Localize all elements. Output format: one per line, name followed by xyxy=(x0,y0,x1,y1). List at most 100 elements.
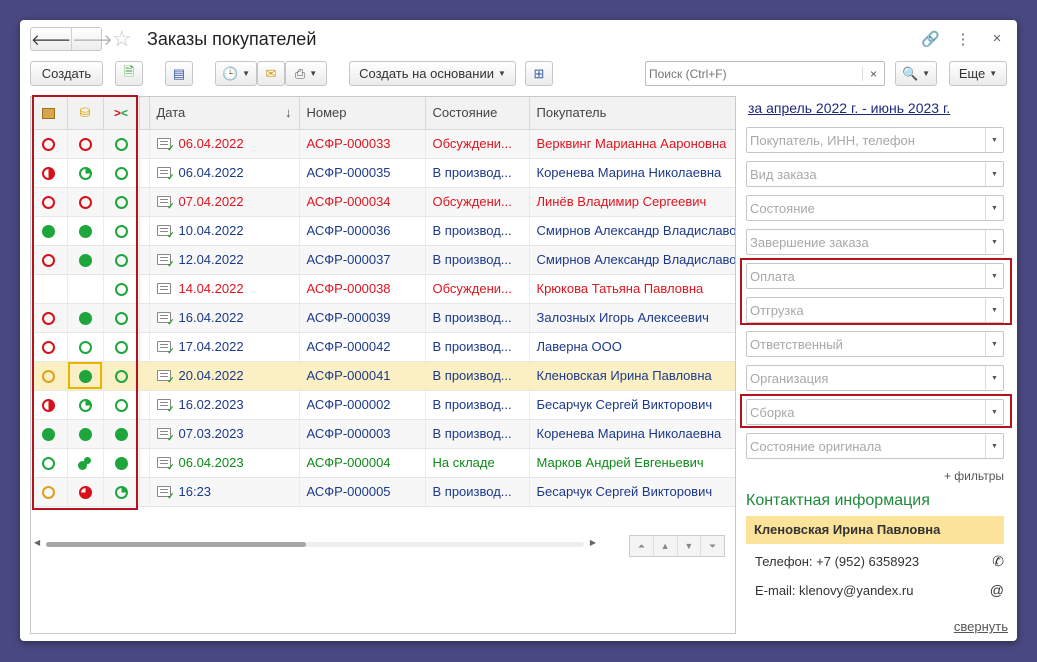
customer-cell: Смирнов Александр Владиславо xyxy=(529,245,735,275)
favorite-star-icon[interactable]: ☆ xyxy=(112,26,132,52)
horizontal-scrollbar[interactable]: ◀ ▶ xyxy=(30,538,600,547)
scroll-thumb[interactable] xyxy=(46,542,306,547)
print-menu-button[interactable]: ⎙ ▼ xyxy=(285,61,327,86)
filter-placeholder: Покупатель, ИНН, телефон xyxy=(750,133,915,148)
date-text: 07.03.2023 xyxy=(178,426,244,441)
scroll-right-icon[interactable]: ▶ xyxy=(590,538,596,547)
contact-name: Кленовская Ирина Павловна xyxy=(746,516,1004,544)
posted-document-icon xyxy=(156,428,175,444)
filter-field[interactable]: Ответственный ▼ xyxy=(746,331,1004,357)
chevron-down-icon[interactable]: ▼ xyxy=(985,162,1003,186)
col-header-state[interactable]: Состояние xyxy=(425,97,530,130)
collapse-link[interactable]: свернуть xyxy=(954,619,1008,634)
search-options-button[interactable]: 🔍 ▼ xyxy=(895,61,937,86)
posted-document-icon xyxy=(156,486,175,502)
journal-button[interactable]: ▤ xyxy=(165,61,193,86)
chevron-down-icon[interactable]: ▼ xyxy=(985,332,1003,356)
spacer-cell xyxy=(139,187,150,217)
date-cell: 14.04.2022 xyxy=(149,274,300,304)
date-text: 20.04.2022 xyxy=(178,368,244,383)
more-filters-link[interactable]: + фильтры xyxy=(944,469,1004,483)
history-nav: 🡐 🡒 xyxy=(30,27,112,51)
filter-placeholder: Состояние xyxy=(750,201,815,216)
report-menu-button[interactable]: 🕒 ▼ xyxy=(215,61,257,86)
chevron-down-icon[interactable]: ▼ xyxy=(985,230,1003,254)
customer-cell: Залозных Игорь Алексеевич xyxy=(529,303,735,333)
scroll-left-icon[interactable]: ◀ xyxy=(34,538,40,547)
page-down-icon[interactable]: ▼ xyxy=(678,536,702,556)
close-icon[interactable]: × xyxy=(989,30,1005,48)
filter-field[interactable]: Завершение заказа ▼ xyxy=(746,229,1004,255)
chevron-down-icon[interactable]: ▼ xyxy=(985,196,1003,220)
state-cell: В производ... xyxy=(425,419,530,449)
printer-icon: ⎙ xyxy=(294,65,306,81)
journal-icon: ▤ xyxy=(172,65,186,81)
email-button[interactable]: ✉ xyxy=(257,61,285,86)
filter-placeholder: Организация xyxy=(750,371,829,386)
col-header-date-label: Дата xyxy=(156,105,186,121)
state-cell: Обсуждени... xyxy=(425,129,530,159)
last-page-icon[interactable]: ⏷ xyxy=(701,536,724,556)
more-button[interactable]: Еще ▼ xyxy=(949,61,1007,86)
page-title: Заказы покупателей xyxy=(147,29,317,49)
at-sign-icon[interactable]: @ xyxy=(990,582,1004,598)
filter-field[interactable]: Организация ▼ xyxy=(746,365,1004,391)
back-arrow-icon[interactable]: 🡐 xyxy=(31,28,73,50)
posted-document-icon xyxy=(156,138,175,154)
date-text: 14.04.2022 xyxy=(178,281,244,296)
number-cell: АСФР-000038 xyxy=(299,274,426,304)
first-page-icon[interactable]: ⏶ xyxy=(630,536,654,556)
filter-field[interactable]: Вид заказа ▼ xyxy=(746,161,1004,187)
state-cell: В производ... xyxy=(425,245,530,275)
state-cell: В производ... xyxy=(425,477,530,507)
chevron-down-icon[interactable]: ▼ xyxy=(985,128,1003,152)
customer-cell: Линёв Владимир Сергеевич xyxy=(529,187,735,217)
col-header-customer[interactable]: Покупатель xyxy=(529,97,735,130)
col-header-number[interactable]: Номер xyxy=(299,97,426,130)
contact-email: E-mail: klenovy@yandex.ru xyxy=(755,583,914,598)
clear-search-icon[interactable]: × xyxy=(862,66,884,81)
spacer-cell xyxy=(139,477,150,507)
phone-icon[interactable]: ✆ xyxy=(992,553,1004,570)
copy-document-button[interactable]: 🗎 xyxy=(115,61,143,86)
posted-document-icon xyxy=(156,167,175,183)
posted-document-icon xyxy=(156,399,175,415)
create-based-on-button[interactable]: Создать на основании ▼ xyxy=(349,61,516,86)
date-cell: 17.04.2022 xyxy=(149,332,300,362)
filter-placeholder: Ответственный xyxy=(750,337,843,352)
page-up-icon[interactable]: ▲ xyxy=(654,536,678,556)
report-clock-icon: 🕒 xyxy=(221,65,239,81)
app-window: 🡐 🡒 ☆ Заказы покупателей 🔗 ⋮ × Создать 🗎… xyxy=(20,20,1017,641)
number-cell: АСФР-000034 xyxy=(299,187,426,217)
filter-placeholder: Вид заказа xyxy=(750,167,817,182)
posted-document-icon xyxy=(156,196,175,212)
search-input[interactable] xyxy=(646,63,862,84)
period-link[interactable]: за апрель 2022 г. - июнь 2023 г. xyxy=(748,100,950,116)
create-button[interactable]: Создать xyxy=(30,61,103,86)
col-header-spacer xyxy=(139,97,150,130)
more-menu-icon[interactable]: ⋮ xyxy=(955,30,971,48)
customer-cell: Кленовская Ирина Павловна xyxy=(529,361,735,391)
state-cell: На складе xyxy=(425,448,530,478)
filter-placeholder: Завершение заказа xyxy=(750,235,869,250)
state-cell: Обсуждени... xyxy=(425,187,530,217)
link-icon[interactable]: 🔗 xyxy=(921,30,940,48)
state-cell: В производ... xyxy=(425,158,530,188)
chevron-down-icon[interactable]: ▼ xyxy=(985,366,1003,390)
list-navigation: ⏶ ▲ ▼ ⏷ xyxy=(629,535,725,557)
filter-field[interactable]: Покупатель, ИНН, телефон ▼ xyxy=(746,127,1004,153)
filter-field[interactable]: Состояние ▼ xyxy=(746,195,1004,221)
forward-arrow-icon[interactable]: 🡒 xyxy=(72,28,112,50)
date-text: 16:23 xyxy=(178,484,212,499)
structure-button[interactable]: ⊞ xyxy=(525,61,553,86)
filter-field[interactable]: Состояние оригинала ▼ xyxy=(746,433,1004,459)
contact-email-row: E-mail: klenovy@yandex.ru @ xyxy=(755,582,1004,598)
envelope-icon: ✉ xyxy=(265,65,277,81)
number-cell: АСФР-000042 xyxy=(299,332,426,362)
chevron-down-icon[interactable]: ▼ xyxy=(985,434,1003,458)
posted-document-icon xyxy=(156,341,175,357)
col-header-date[interactable]: Дата ↓ xyxy=(149,97,300,130)
number-cell: АСФР-000002 xyxy=(299,390,426,420)
spacer-cell xyxy=(139,390,150,420)
document-icon xyxy=(156,283,171,294)
